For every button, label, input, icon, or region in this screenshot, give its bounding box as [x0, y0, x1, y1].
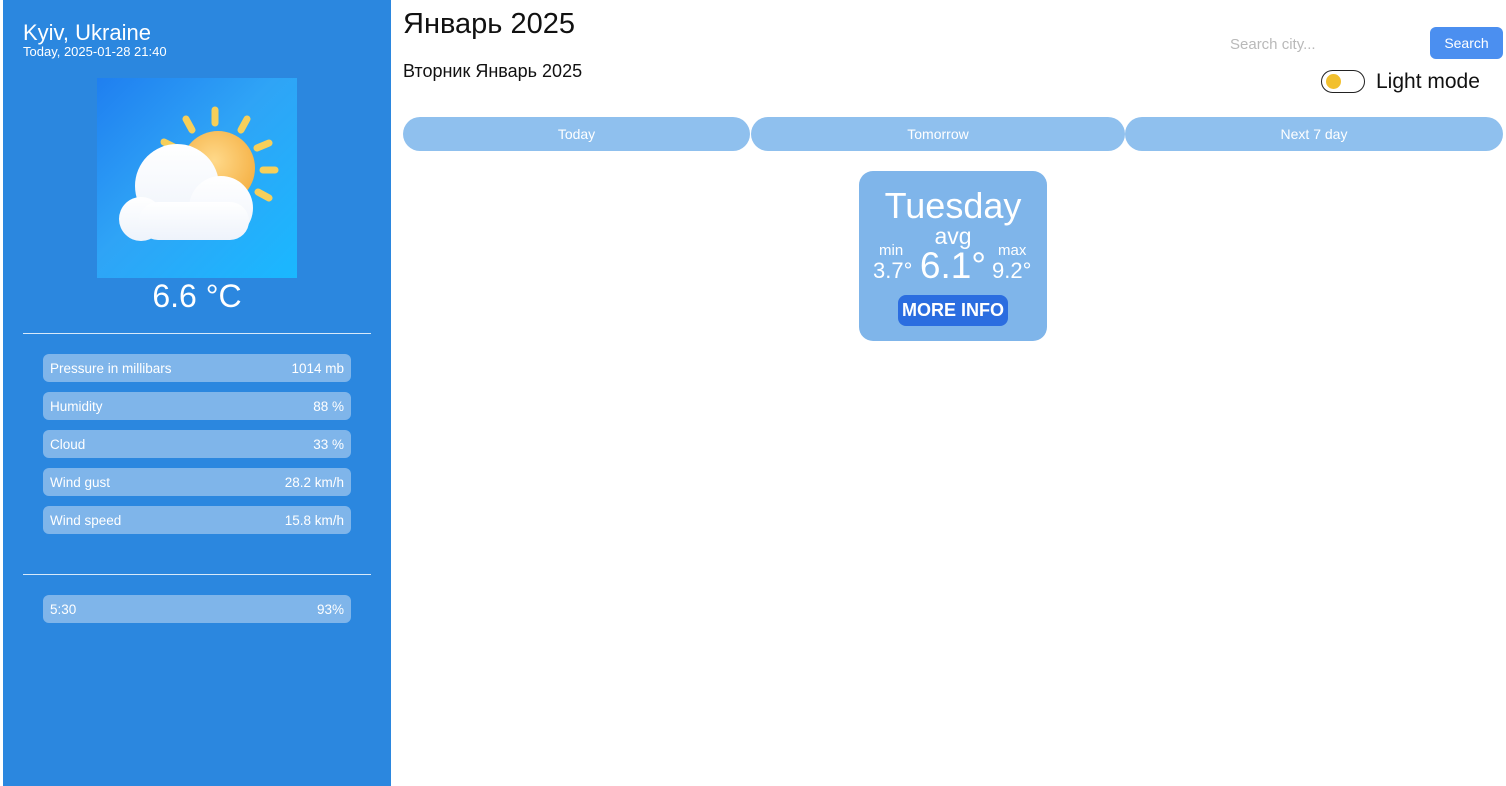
stat-row-wind-speed: Wind speed 15.8 km/h	[43, 506, 351, 534]
search-input[interactable]	[1217, 30, 1417, 58]
stat-label: 5:30	[50, 601, 77, 617]
day-forecast-card: Tuesday avg 6.1° min 3.7° max 9.2° MORE …	[859, 171, 1047, 341]
city-name: Kyiv, Ukraine	[23, 20, 151, 45]
sidebar: Kyiv, Ukraine Today, 2025-01-28 21:40 6.…	[3, 0, 391, 786]
more-info-button[interactable]: MORE INFO	[898, 295, 1008, 326]
stat-label: Wind speed	[50, 512, 122, 528]
stat-label: Humidity	[50, 398, 103, 414]
partly-cloudy-icon	[97, 78, 297, 278]
tab-tomorrow[interactable]: Tomorrow	[751, 117, 1125, 151]
stat-value: 33 %	[313, 436, 344, 452]
stat-row-pressure: Pressure in millibars 1014 mb	[43, 354, 351, 382]
stat-row-humidity: Humidity 88 %	[43, 392, 351, 420]
max-label: max	[998, 242, 1027, 259]
main-content: Январь 2025 Вторник Январь 2025 Search L…	[391, 0, 1506, 786]
divider	[23, 333, 371, 334]
day-name: Tuesday	[884, 185, 1022, 226]
theme-mode-label: Light mode	[1376, 70, 1480, 93]
stat-value: 28.2 km/h	[284, 474, 344, 490]
stat-label: Wind gust	[50, 474, 111, 490]
page-subtitle: Вторник Январь 2025	[403, 61, 583, 81]
page-title: Январь 2025	[403, 8, 575, 40]
toggle-knob	[1326, 74, 1341, 89]
divider	[23, 574, 371, 575]
stat-row-extra: 5:30 93%	[43, 595, 351, 623]
current-temperature: 6.6 °C	[152, 278, 242, 314]
tab-today[interactable]: Today	[403, 117, 750, 151]
current-datetime: Today, 2025-01-28 21:40	[23, 44, 167, 59]
stat-label: Pressure in millibars	[50, 360, 172, 376]
stat-value: 88 %	[313, 398, 344, 414]
tab-next-7-days[interactable]: Next 7 day	[1125, 117, 1503, 151]
stat-row-wind-gust: Wind gust 28.2 km/h	[43, 468, 351, 496]
min-label: min	[879, 242, 904, 259]
search-button[interactable]: Search	[1430, 27, 1503, 59]
stat-row-cloud: Cloud 33 %	[43, 430, 351, 458]
stat-value: 1014 mb	[291, 360, 344, 376]
max-temperature: 9.2°	[992, 258, 1032, 283]
stat-value: 15.8 km/h	[284, 512, 344, 528]
stat-label: Cloud	[50, 436, 86, 452]
stat-value: 93%	[316, 601, 344, 617]
theme-toggle[interactable]	[1321, 70, 1365, 93]
min-temperature: 3.7°	[873, 258, 913, 283]
